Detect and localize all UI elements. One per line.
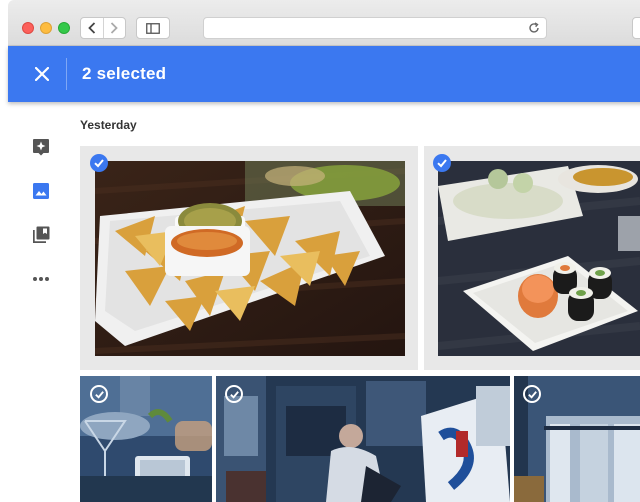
check-icon [94,390,104,399]
photo-tile[interactable] [80,146,418,370]
rail-item-assistant[interactable] [30,136,52,158]
rail-item-photos[interactable] [30,180,52,202]
nachos-photo [95,161,405,356]
check-icon [437,159,447,168]
browser-toolbar [8,0,640,46]
painter-photo [216,376,510,502]
select-check[interactable] [523,385,541,403]
assistant-icon [33,139,49,156]
selection-app-bar: 2 selected [8,46,640,102]
close-icon [35,67,49,81]
forward-button[interactable] [102,18,126,38]
share-button[interactable] [632,17,640,39]
reload-icon[interactable] [528,22,540,34]
sidebar-toggle-button[interactable] [136,17,170,39]
history-nav [80,17,126,39]
photo-tile[interactable] [514,376,640,502]
window-minimize-button[interactable] [40,22,52,34]
rail-item-more[interactable] [30,268,52,290]
selected-check[interactable] [90,154,108,172]
albums-icon [33,226,50,243]
photo-tile[interactable] [216,376,510,502]
more-horiz-icon [33,277,49,281]
selected-count-label: 2 selected [82,64,167,83]
chevron-left-icon [87,22,95,34]
sushi-photo [438,161,640,356]
photo-tile[interactable] [424,146,640,370]
date-group-heading: Yesterday [80,118,137,132]
address-bar[interactable] [203,17,547,39]
select-check[interactable] [90,385,108,403]
check-icon [527,390,537,399]
clear-selection-button[interactable] [30,62,54,86]
chevron-right-icon [111,22,119,34]
check-icon [229,390,239,399]
rail-item-albums[interactable] [30,224,52,246]
window-close-button[interactable] [22,22,34,34]
sidebar-icon [146,22,160,34]
photo-grid: Yesterday [72,102,640,502]
navigation-rail [8,102,72,502]
select-check[interactable] [225,385,243,403]
photo-tile[interactable] [80,376,212,502]
selected-check[interactable] [433,154,451,172]
appbar-divider [66,58,67,90]
photos-icon [33,183,49,199]
check-icon [94,159,104,168]
back-button[interactable] [81,18,103,38]
window-zoom-button[interactable] [58,22,70,34]
